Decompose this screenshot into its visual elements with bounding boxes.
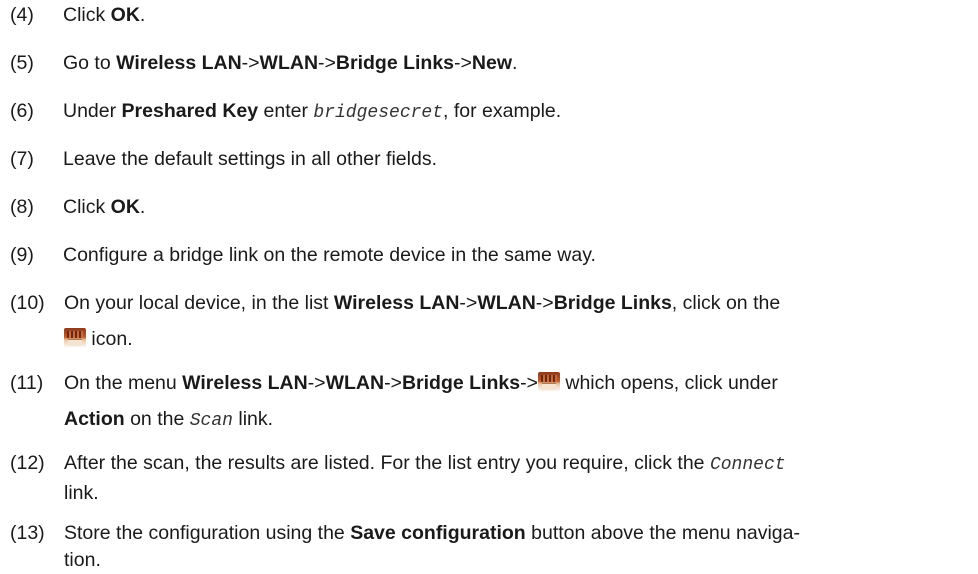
menu-path-bridge-links: Bridge Links bbox=[335, 52, 455, 74]
step-text: On the menu Wireless LAN->WLAN->Bridge L… bbox=[64, 372, 778, 394]
step-text: Leave the default settings in all other … bbox=[63, 148, 437, 170]
step-number: (9) bbox=[10, 244, 34, 266]
save-configuration-label: Save configuration bbox=[350, 522, 526, 544]
step-text-continued: link. bbox=[64, 482, 99, 504]
step-number: (7) bbox=[10, 148, 34, 170]
step-text: Go to Wireless LAN->WLAN->Bridge Links->… bbox=[63, 52, 518, 74]
example-value: bridgesecret bbox=[313, 103, 444, 123]
step-number: (12) bbox=[10, 452, 45, 474]
step-number: (8) bbox=[10, 196, 34, 218]
step-number: (5) bbox=[10, 52, 34, 74]
step-number: (6) bbox=[10, 100, 34, 122]
step-text: On your local device, in the list Wirele… bbox=[64, 292, 781, 314]
step-text: After the scan, the results are listed. … bbox=[64, 452, 786, 475]
menu-path-wlan: WLAN bbox=[259, 52, 319, 74]
menu-path-wireless-lan: Wireless LAN bbox=[116, 52, 242, 74]
step-number: (4) bbox=[10, 4, 34, 26]
bridge-scan-icon bbox=[537, 372, 560, 392]
step-text: Configure a bridge link on the remote de… bbox=[63, 244, 596, 266]
step-text: Click OK. bbox=[63, 4, 146, 26]
bridge-scan-icon bbox=[64, 328, 86, 348]
document-page: (4) Click OK. (5) Go to Wireless LAN->WL… bbox=[0, 0, 978, 574]
step-number: (10) bbox=[10, 292, 45, 314]
connect-link-label: Connect bbox=[709, 455, 786, 475]
step-text-continued: Action on the Scan link. bbox=[64, 408, 274, 431]
ok-label: OK bbox=[110, 196, 140, 218]
step-text-continued: icon. bbox=[64, 325, 968, 353]
menu-path-new: New bbox=[471, 52, 513, 74]
action-column-label: Action bbox=[64, 408, 125, 430]
step-text: Store the configuration using the Save c… bbox=[64, 522, 800, 544]
scan-link-label: Scan bbox=[189, 411, 233, 431]
preshared-key-label: Preshared Key bbox=[121, 100, 259, 122]
step-text: Under Preshared Key enter bridgesecret, … bbox=[63, 100, 562, 123]
ok-label: OK bbox=[110, 4, 140, 26]
step-number: (11) bbox=[10, 372, 44, 394]
step-text: Click OK. bbox=[63, 196, 146, 218]
step-number: (13) bbox=[10, 522, 45, 544]
step-text-continued: tion. bbox=[64, 549, 101, 571]
